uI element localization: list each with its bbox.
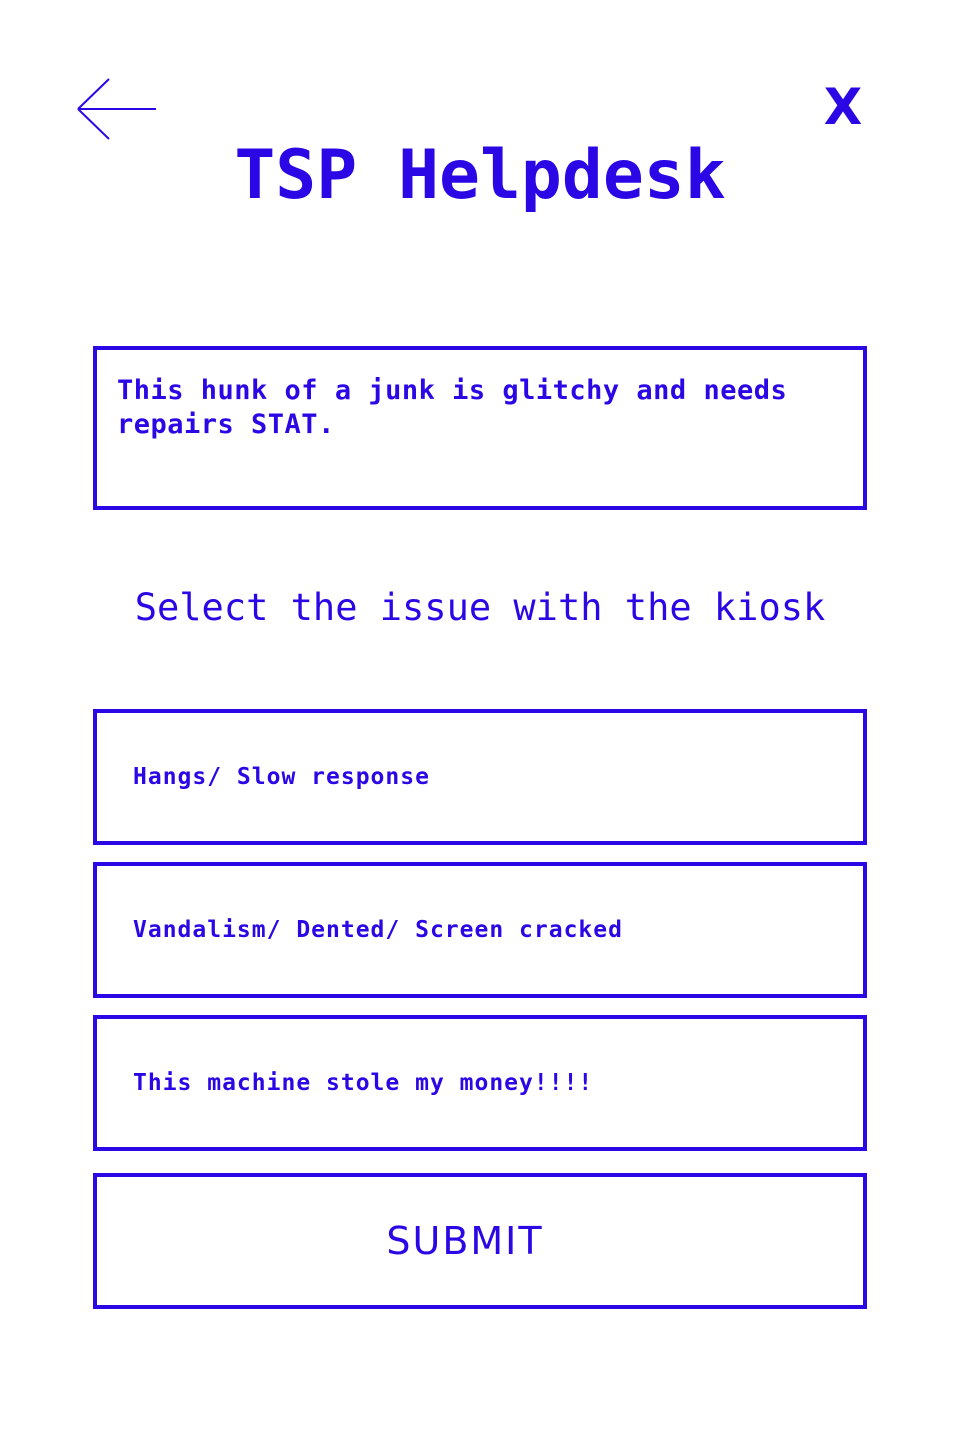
- issue-option-stole-money[interactable]: This machine stole my money!!!!: [93, 1015, 867, 1151]
- issue-option-label: Hangs/ Slow response: [133, 764, 430, 790]
- issue-option-label: Vandalism/ Dented/ Screen cracked: [133, 917, 623, 943]
- issue-option-label: This machine stole my money!!!!: [133, 1070, 594, 1096]
- issue-option-hangs[interactable]: Hangs/ Slow response: [93, 709, 867, 845]
- close-button[interactable]: X: [818, 80, 868, 134]
- back-arrow-icon[interactable]: [76, 78, 158, 140]
- issue-option-vandalism[interactable]: Vandalism/ Dented/ Screen cracked: [93, 862, 867, 998]
- page-title: TSP Helpdesk: [234, 136, 726, 215]
- issue-section-heading: Select the issue with the kiosk: [134, 586, 826, 629]
- submit-button[interactable]: SUBMIT: [93, 1173, 867, 1309]
- issue-comment-field[interactable]: This hunk of a junk is glitchy and needs…: [93, 346, 867, 510]
